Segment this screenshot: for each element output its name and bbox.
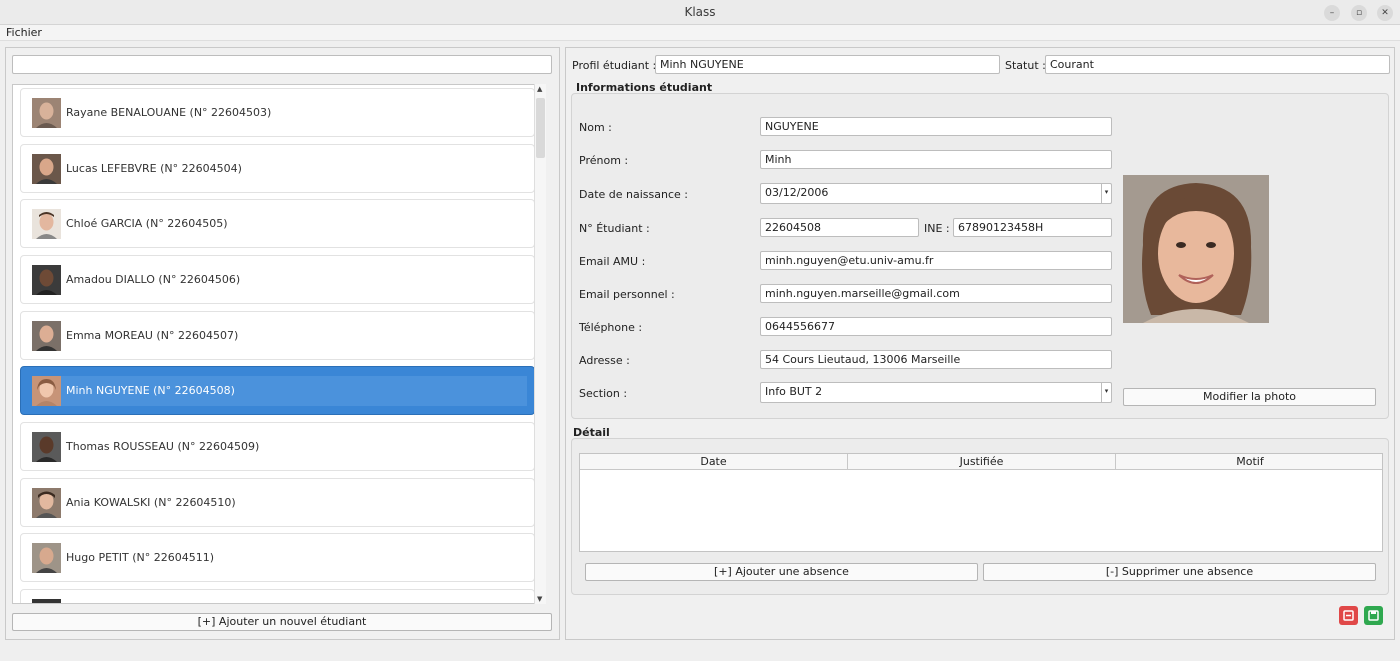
column-header-justifiee[interactable]: Justifiée <box>848 454 1116 470</box>
cancel-icon[interactable] <box>1339 606 1358 625</box>
student-list[interactable]: Rayane BENALOUANE (N° 22604503) Lucas LE… <box>12 84 546 604</box>
change-photo-button[interactable]: Modifier la photo <box>1123 388 1376 406</box>
prenom-field[interactable]: Minh <box>760 150 1112 169</box>
maximize-icon[interactable]: ▫ <box>1351 5 1367 21</box>
profile-name-field[interactable]: Minh NGUYENE <box>655 55 1000 74</box>
dob-picker[interactable]: 03/12/2006 ▾ <box>760 183 1112 204</box>
avatar <box>32 488 61 518</box>
avatar <box>32 376 61 406</box>
list-item[interactable]: Amadou DIALLO (N° 22604506) <box>20 255 535 304</box>
ine-label: INE : <box>924 222 950 235</box>
add-student-button[interactable]: [+] Ajouter un nouvel étudiant <box>12 613 552 631</box>
close-icon[interactable]: ✕ <box>1377 5 1393 21</box>
remove-absence-button[interactable]: [-] Supprimer une absence <box>983 563 1376 581</box>
list-item[interactable]: Emma MOREAU (N° 22604507) <box>20 311 535 360</box>
avatar <box>32 432 61 462</box>
num-etudiant-field[interactable]: 22604508 <box>760 218 919 237</box>
email-perso-label: Email personnel : <box>579 288 675 301</box>
list-item[interactable]: Lucas LEFEBVRE (N° 22604504) <box>20 144 535 193</box>
list-item-label: Thomas ROUSSEAU (N° 22604509) <box>66 440 260 453</box>
status-field[interactable]: Courant <box>1045 55 1390 74</box>
minimize-icon[interactable]: – <box>1324 5 1340 21</box>
title-bar: Klass – ▫ ✕ <box>0 0 1400 25</box>
list-item-label: Rayane BENALOUANE (N° 22604503) <box>66 106 272 119</box>
menu-bar: Fichier <box>0 25 1400 41</box>
adresse-field[interactable]: 54 Cours Lieutaud, 13006 Marseille <box>760 350 1112 369</box>
add-absence-button[interactable]: [+] Ajouter une absence <box>585 563 978 581</box>
student-photo <box>1123 175 1269 323</box>
status-label: Statut : <box>1005 59 1046 72</box>
avatar <box>32 265 61 295</box>
email-amu-label: Email AMU : <box>579 255 646 268</box>
list-item[interactable]: Chloé GARCIA (N° 22604505) <box>20 199 535 248</box>
list-item-label: Hugo PETIT (N° 22604511) <box>66 551 215 564</box>
window-title: Klass <box>684 5 716 19</box>
section-label: Section : <box>579 387 628 400</box>
list-scrollbar[interactable]: ▲ ▼ <box>534 84 546 604</box>
absences-table[interactable]: Date Justifiée Motif <box>579 453 1383 552</box>
avatar <box>32 321 61 351</box>
scroll-down-icon[interactable]: ▼ <box>537 595 542 603</box>
avatar <box>32 209 61 239</box>
avatar <box>32 98 61 128</box>
scrollbar-thumb[interactable] <box>536 98 545 158</box>
list-item-label: Minh NGUYENE (N° 22604508) <box>66 384 235 397</box>
email-perso-field[interactable]: minh.nguyen.marseille@gmail.com <box>760 284 1112 303</box>
chevron-down-icon[interactable]: ▾ <box>1101 383 1111 402</box>
adresse-label: Adresse : <box>579 354 630 367</box>
email-amu-field[interactable]: minh.nguyen@etu.univ-amu.fr <box>760 251 1112 270</box>
menu-fichier[interactable]: Fichier <box>6 26 42 39</box>
list-item-label: Emma MOREAU (N° 22604507) <box>66 329 239 342</box>
list-item-label: Amadou DIALLO (N° 22604506) <box>66 273 241 286</box>
avatar <box>32 599 61 603</box>
list-item[interactable]: Ania KOWALSKI (N° 22604510) <box>20 478 535 527</box>
section-value: Info BUT 2 <box>765 385 823 398</box>
chevron-down-icon[interactable]: ▾ <box>1101 184 1111 203</box>
list-item-label: Lucas LEFEBVRE (N° 22604504) <box>66 162 242 175</box>
dob-value: 03/12/2006 <box>765 186 829 199</box>
scroll-up-icon[interactable]: ▲ <box>537 85 542 93</box>
list-item[interactable] <box>20 589 535 603</box>
column-header-motif[interactable]: Motif <box>1116 454 1384 470</box>
num-etudiant-label: N° Étudiant : <box>579 222 650 235</box>
avatar <box>32 543 61 573</box>
dob-label: Date de naissance : <box>579 188 688 201</box>
list-item-label: Chloé GARCIA (N° 22604505) <box>66 217 228 230</box>
list-item[interactable]: Hugo PETIT (N° 22604511) <box>20 533 535 582</box>
list-item[interactable]: Rayane BENALOUANE (N° 22604503) <box>20 88 535 137</box>
section-select[interactable]: Info BUT 2 ▾ <box>760 382 1112 403</box>
table-header: Date Justifiée Motif <box>580 454 1382 470</box>
avatar <box>32 154 61 184</box>
save-icon[interactable] <box>1364 606 1383 625</box>
telephone-field[interactable]: 0644556677 <box>760 317 1112 336</box>
list-item-label: Ania KOWALSKI (N° 22604510) <box>66 496 236 509</box>
column-header-date[interactable]: Date <box>580 454 848 470</box>
telephone-label: Téléphone : <box>579 321 643 334</box>
list-item[interactable]: Thomas ROUSSEAU (N° 22604509) <box>20 422 535 471</box>
nom-label: Nom : <box>579 121 612 134</box>
profile-label: Profil étudiant : <box>572 59 657 72</box>
prenom-label: Prénom : <box>579 154 629 167</box>
nom-field[interactable]: NGUYENE <box>760 117 1112 136</box>
ine-field[interactable]: 67890123458H <box>953 218 1112 237</box>
search-input[interactable] <box>12 55 552 74</box>
list-item-selected[interactable]: Minh NGUYENE (N° 22604508) <box>20 366 535 415</box>
